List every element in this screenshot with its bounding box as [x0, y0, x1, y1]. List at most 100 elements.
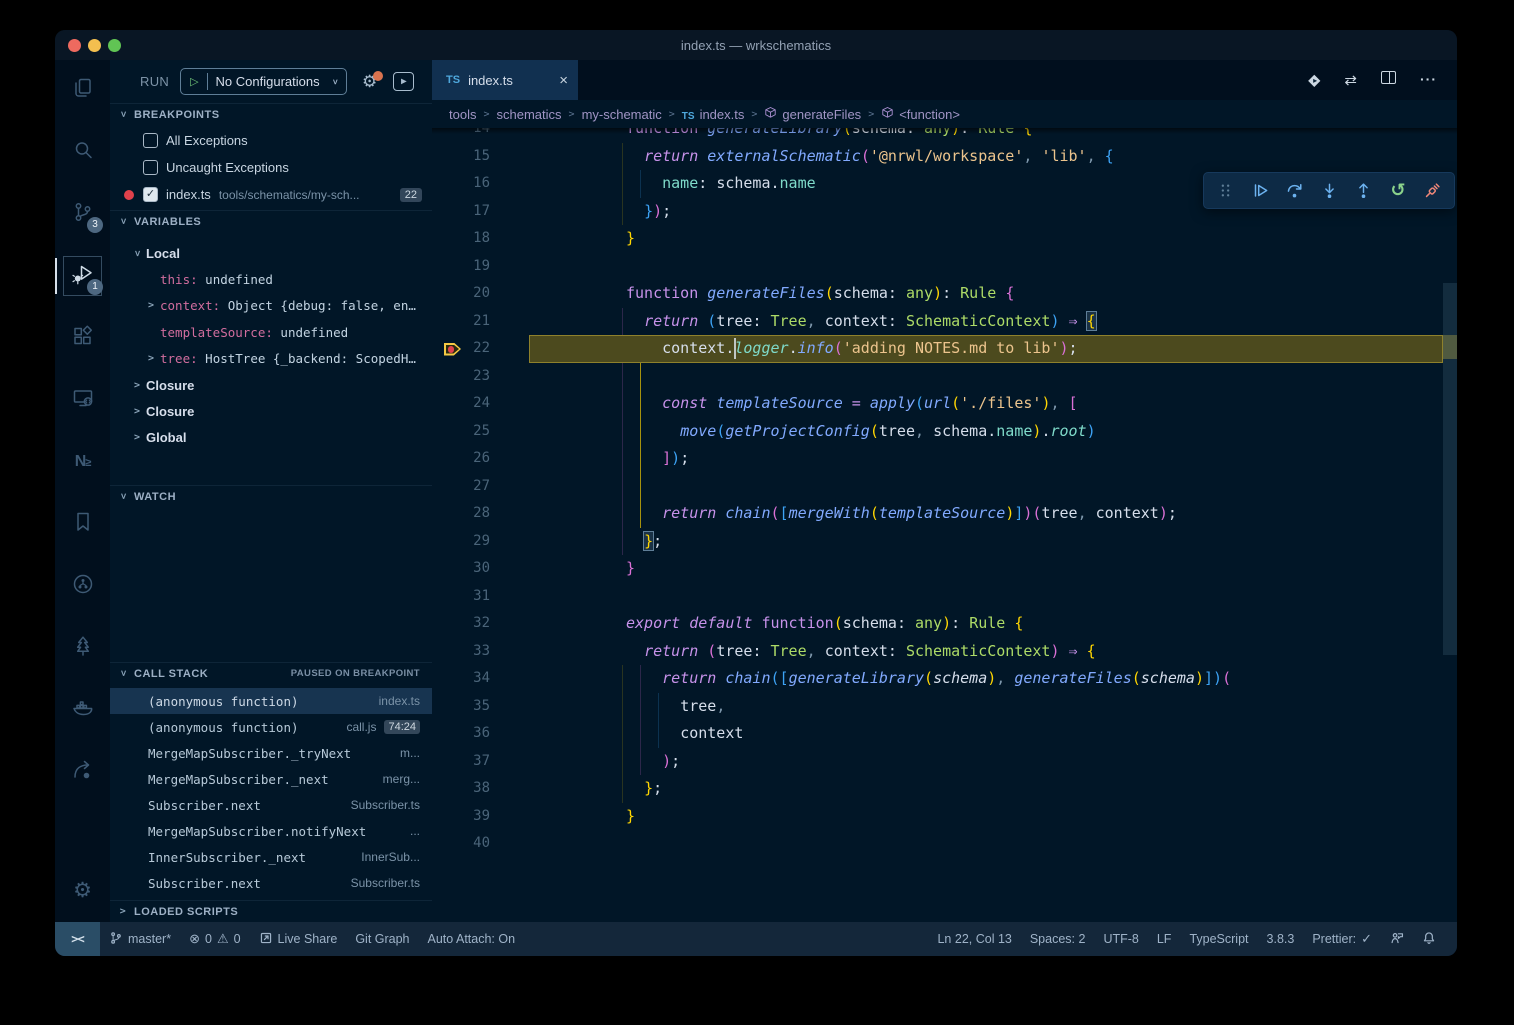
call-stack-frame[interactable]: MergeMapSubscriber.notifyNext...: [110, 818, 432, 844]
code-text[interactable]: function generateLibrary(schema: any): R…: [529, 128, 1443, 143]
gutter[interactable]: 15: [432, 143, 529, 171]
status-encoding[interactable]: UTF-8: [1094, 922, 1147, 956]
code-text[interactable]: };: [529, 775, 1443, 803]
code-line[interactable]: 30}: [432, 555, 1443, 583]
status-git-graph[interactable]: Git Graph: [346, 922, 418, 956]
status-auto-attach[interactable]: Auto Attach: On: [419, 922, 525, 956]
status-language-mode[interactable]: TypeScript: [1180, 922, 1257, 956]
start-debug-icon[interactable]: ▷: [190, 75, 198, 88]
code-line[interactable]: 21 return (tree: Tree, context: Schemati…: [432, 308, 1443, 336]
drag-handle-button[interactable]: [1213, 178, 1239, 204]
code-line[interactable]: 35 tree,: [432, 693, 1443, 721]
breakpoint-checkbox[interactable]: [143, 160, 158, 175]
code-line[interactable]: 19: [432, 253, 1443, 281]
code-text[interactable]: [529, 830, 1443, 858]
gutter[interactable]: 22: [432, 335, 529, 363]
activity-item-git-graph-view[interactable]: [55, 562, 110, 610]
breadcrumb-item[interactable]: tools: [449, 107, 476, 122]
gutter[interactable]: 14: [432, 128, 529, 143]
status-feedback[interactable]: [1381, 922, 1413, 956]
variable-row[interactable]: >tree: HostTree {_backend: ScopedH…: [110, 346, 432, 372]
code-text[interactable]: }: [529, 555, 1443, 583]
gutter[interactable]: 24: [432, 390, 529, 418]
split-editor-icon[interactable]: [1381, 71, 1396, 89]
restart-button[interactable]: ↺: [1385, 178, 1411, 204]
code-text[interactable]: [529, 363, 1443, 391]
code-line[interactable]: 40: [432, 830, 1443, 858]
gutter[interactable]: 19: [432, 253, 529, 281]
gutter[interactable]: 39: [432, 803, 529, 831]
code-text[interactable]: [529, 253, 1443, 281]
remote-indicator[interactable]: ><: [55, 922, 100, 956]
code-text[interactable]: function generateFiles(schema: any): Rul…: [529, 280, 1443, 308]
code-line[interactable]: 27: [432, 473, 1443, 501]
breakpoints-header[interactable]: > BREAKPOINTS: [110, 103, 432, 125]
gutter[interactable]: 30: [432, 555, 529, 583]
activity-item-remote-explorer[interactable]: [55, 376, 110, 424]
loaded-scripts-header[interactable]: > LOADED SCRIPTS: [110, 900, 432, 922]
step-into-button[interactable]: [1316, 178, 1342, 204]
code-line[interactable]: 18}: [432, 225, 1443, 253]
breakpoint-row[interactable]: Uncaught Exceptions: [110, 154, 432, 181]
call-stack-frame[interactable]: (anonymous function)index.ts: [110, 688, 432, 714]
more-actions-icon[interactable]: ···: [1420, 71, 1437, 89]
variables-header[interactable]: > VARIABLES: [110, 210, 432, 232]
gutter[interactable]: 31: [432, 583, 529, 611]
call-stack-frame[interactable]: (anonymous function)call.js74:24: [110, 714, 432, 740]
zoom-window-button[interactable]: [108, 39, 121, 52]
variable-row[interactable]: >context: Object {debug: false, en…: [110, 293, 432, 319]
launch-config-dropdown[interactable]: ▷ No Configurations >: [180, 68, 347, 95]
activity-item-source-control[interactable]: 3: [55, 190, 110, 238]
debug-console-button[interactable]: ▸: [393, 72, 414, 91]
code-text[interactable]: return chain([generateLibrary(schema), g…: [529, 665, 1443, 693]
code-text[interactable]: tree,: [529, 693, 1443, 721]
code-text[interactable]: return (tree: Tree, context: SchematicCo…: [529, 308, 1443, 336]
code-text[interactable]: return (tree: Tree, context: SchematicCo…: [529, 638, 1443, 666]
code-editor[interactable]: 14function generateLibrary(schema: any):…: [432, 128, 1457, 922]
editor-scrollbar[interactable]: [1443, 128, 1457, 922]
gutter[interactable]: 25: [432, 418, 529, 446]
code-text[interactable]: ]);: [529, 445, 1443, 473]
breadcrumb-item[interactable]: my-schematic: [582, 107, 662, 122]
gutter[interactable]: 40: [432, 830, 529, 858]
status-prettier[interactable]: Prettier:✓: [1303, 922, 1381, 956]
activity-item-extensions[interactable]: [55, 314, 110, 362]
close-window-button[interactable]: [68, 39, 81, 52]
gutter[interactable]: 38: [432, 775, 529, 803]
continue-button[interactable]: [1247, 178, 1273, 204]
code-text[interactable]: return externalSchematic('@nrwl/workspac…: [529, 143, 1443, 171]
code-line[interactable]: 29 };: [432, 528, 1443, 556]
activity-item-run-and-debug[interactable]: 1: [55, 252, 110, 300]
code-text[interactable]: }: [529, 803, 1443, 831]
code-line[interactable]: 34 return chain([generateLibrary(schema)…: [432, 665, 1443, 693]
code-line[interactable]: 32export default function(schema: any): …: [432, 610, 1443, 638]
tab-index-ts[interactable]: TS index.ts ×: [432, 60, 578, 100]
status-notifications[interactable]: [1413, 922, 1445, 956]
code-line[interactable]: 39}: [432, 803, 1443, 831]
breadcrumb-item[interactable]: generateFiles: [764, 106, 861, 122]
code-line[interactable]: 36 context: [432, 720, 1443, 748]
breakpoint-checkbox[interactable]: ✓: [143, 187, 158, 202]
activity-item-manage[interactable]: ⚙: [55, 866, 110, 914]
breadcrumb-item[interactable]: TSindex.ts: [682, 107, 745, 122]
call-stack-frame[interactable]: InnerSubscriber._nextInnerSub...: [110, 844, 432, 870]
code-line[interactable]: 26 ]);: [432, 445, 1443, 473]
code-text[interactable]: [529, 473, 1443, 501]
gutter[interactable]: 33: [432, 638, 529, 666]
status-indentation[interactable]: Spaces: 2: [1021, 922, 1095, 956]
variable-row[interactable]: this: undefined: [110, 266, 432, 292]
activity-item-nx-console[interactable]: N≥: [55, 438, 110, 486]
code-text[interactable]: };: [529, 528, 1443, 556]
gutter[interactable]: 28: [432, 500, 529, 528]
compare-changes-icon[interactable]: ⇄: [1344, 71, 1357, 90]
breadcrumb-item[interactable]: <function>: [881, 106, 960, 122]
gutter[interactable]: 26: [432, 445, 529, 473]
call-stack-frame[interactable]: MergeMapSubscriber._nextmerg...: [110, 766, 432, 792]
variable-row[interactable]: >Closure: [110, 398, 432, 424]
code-text[interactable]: export default function(schema: any): Ru…: [529, 610, 1443, 638]
status-live-share[interactable]: Live Share: [250, 922, 347, 956]
code-text[interactable]: return chain([mergeWith(templateSource)]…: [529, 500, 1443, 528]
breakpoint-row[interactable]: ✓index.tstools/schematics/my-sch...22: [110, 181, 432, 208]
status-git-branch[interactable]: master*: [100, 922, 180, 956]
activity-item-bookmarks[interactable]: [55, 500, 110, 548]
